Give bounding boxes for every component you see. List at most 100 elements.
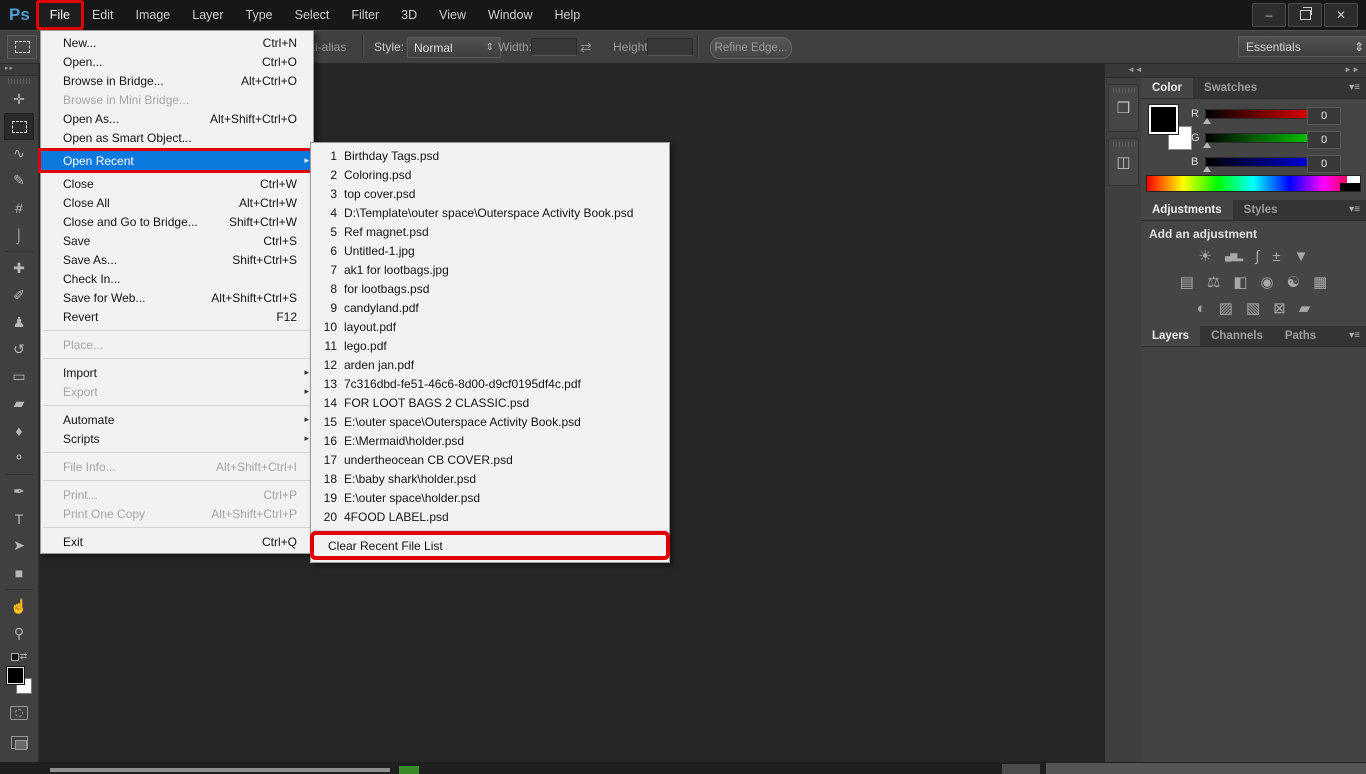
refine-edge-button[interactable]: Refine Edge...: [710, 37, 792, 59]
healing-brush-tool[interactable]: ✚: [4, 255, 34, 282]
panel-menu-icon[interactable]: ▾≡: [1349, 326, 1366, 346]
type-tool[interactable]: T: [4, 505, 34, 532]
black-white-icon[interactable]: ◧: [1233, 275, 1247, 290]
foreground-color-swatch[interactable]: [1149, 105, 1178, 134]
rectangular-marquee-tool[interactable]: [4, 113, 34, 140]
menu-item-close-all[interactable]: Close AllAlt+Ctrl+W: [41, 193, 313, 212]
recent-file-12[interactable]: 12arden jan.pdf: [311, 355, 669, 374]
pen-tool[interactable]: ✒: [4, 478, 34, 505]
tab-adjustments[interactable]: Adjustments: [1141, 200, 1233, 220]
menu-filter[interactable]: Filter: [340, 3, 390, 27]
path-selection-tool[interactable]: ➤: [4, 532, 34, 559]
tab-color[interactable]: Color: [1141, 78, 1193, 98]
threshold-icon[interactable]: ▧: [1246, 301, 1260, 316]
menu-item-save[interactable]: SaveCtrl+S: [41, 231, 313, 250]
blue-slider-handle[interactable]: [1203, 166, 1211, 172]
tool-preset-box[interactable]: [7, 35, 37, 59]
tab-layers[interactable]: Layers: [1141, 326, 1200, 346]
panel-menu-icon[interactable]: ▾≡: [1349, 200, 1366, 220]
color-balance-icon[interactable]: ⚖: [1207, 275, 1220, 290]
menu-file[interactable]: File: [39, 3, 81, 27]
menu-item-new[interactable]: New...Ctrl+N: [41, 33, 313, 52]
color-spectrum-ramp[interactable]: [1146, 175, 1361, 192]
blue-value-input[interactable]: 0: [1307, 155, 1341, 173]
menu-item-open-recent[interactable]: Open Recent▸: [41, 151, 313, 170]
invert-icon[interactable]: ◐: [1197, 301, 1206, 316]
clone-stamp-tool[interactable]: ♟: [4, 309, 34, 336]
menu-item-close[interactable]: CloseCtrl+W: [41, 174, 313, 193]
recent-file-17[interactable]: 17undertheocean CB COVER.psd: [311, 450, 669, 469]
hand-tool[interactable]: ☝: [4, 593, 34, 620]
menu-item-open-as-smart-object[interactable]: Open as Smart Object...: [41, 128, 313, 147]
recent-file-13[interactable]: 137c316dbd-fe51-46c6-8d00-d9cf0195df4c.p…: [311, 374, 669, 393]
menu-select[interactable]: Select: [284, 3, 341, 27]
menu-item-open-as[interactable]: Open As...Alt+Shift+Ctrl+O: [41, 109, 313, 128]
selective-color-icon[interactable]: ⊠: [1273, 301, 1286, 316]
height-input[interactable]: [647, 38, 693, 56]
hue-saturation-icon[interactable]: ▤: [1180, 275, 1194, 290]
menu-type[interactable]: Type: [235, 3, 284, 27]
collapsed-panel-button-history[interactable]: ❒: [1108, 84, 1139, 132]
menu-view[interactable]: View: [428, 3, 477, 27]
blue-channel-slider[interactable]: [1205, 157, 1313, 167]
menu-item-exit[interactable]: ExitCtrl+Q: [41, 532, 313, 551]
green-channel-slider[interactable]: [1205, 133, 1313, 143]
photo-filter-icon[interactable]: ◉: [1261, 275, 1274, 290]
brush-tool[interactable]: ✐: [4, 282, 34, 309]
restore-button[interactable]: [1288, 3, 1322, 27]
workspace-dropdown[interactable]: Essentials ⇕: [1238, 36, 1366, 57]
red-channel-slider[interactable]: [1205, 109, 1313, 119]
recent-file-5[interactable]: 5Ref magnet.psd: [311, 222, 669, 241]
recent-file-20[interactable]: 204FOOD LABEL.psd: [311, 507, 669, 526]
expand-panels-icon[interactable]: ►►: [1344, 65, 1360, 74]
color-lookup-icon[interactable]: ▦: [1313, 275, 1327, 290]
red-slider-handle[interactable]: [1203, 118, 1211, 124]
menu-window[interactable]: Window: [477, 3, 543, 27]
channel-mixer-icon[interactable]: ☯: [1287, 275, 1300, 290]
zoom-tool[interactable]: ⚲: [4, 620, 34, 647]
tab-swatches[interactable]: Swatches: [1193, 78, 1268, 98]
menu-layer[interactable]: Layer: [181, 3, 234, 27]
menu-item-save-as[interactable]: Save As...Shift+Ctrl+S: [41, 250, 313, 269]
tab-styles[interactable]: Styles: [1233, 200, 1289, 220]
foreground-color-swatch[interactable]: [7, 667, 24, 684]
lasso-tool[interactable]: ∿: [4, 140, 34, 167]
swap-dimensions-icon[interactable]: ⇄: [580, 39, 592, 56]
recent-file-18[interactable]: 18E:\baby shark\holder.psd: [311, 469, 669, 488]
recent-file-16[interactable]: 16E:\Mermaid\holder.psd: [311, 431, 669, 450]
tab-paths[interactable]: Paths: [1274, 326, 1327, 346]
recent-file-11[interactable]: 11lego.pdf: [311, 336, 669, 355]
menu-item-automate[interactable]: Automate▸: [41, 410, 313, 429]
gradient-tool[interactable]: ▰: [4, 390, 34, 417]
crop-tool[interactable]: #: [4, 194, 34, 221]
menu-item-import[interactable]: Import▸: [41, 363, 313, 382]
recent-file-1[interactable]: 1Birthday Tags.psd: [311, 146, 669, 165]
recent-file-2[interactable]: 2Coloring.psd: [311, 165, 669, 184]
exposure-icon[interactable]: ±: [1272, 249, 1280, 264]
levels-icon[interactable]: ▄▆▂: [1225, 252, 1242, 261]
width-input[interactable]: [531, 38, 577, 56]
screen-mode-button[interactable]: [4, 726, 34, 753]
menu-item-open[interactable]: Open...Ctrl+O: [41, 52, 313, 71]
recent-file-10[interactable]: 10layout.pdf: [311, 317, 669, 336]
gradient-map-icon[interactable]: ▰: [1299, 301, 1311, 316]
quick-selection-tool[interactable]: ✎: [4, 167, 34, 194]
recent-file-3[interactable]: 3top cover.psd: [311, 184, 669, 203]
dodge-tool[interactable]: ⚬: [4, 444, 34, 471]
black-ramp-end[interactable]: [1340, 183, 1360, 191]
recent-file-15[interactable]: 15E:\outer space\Outerspace Activity Boo…: [311, 412, 669, 431]
eraser-tool[interactable]: ▭: [4, 363, 34, 390]
menu-item-close-and-go-to-bridge[interactable]: Close and Go to Bridge...Shift+Ctrl+W: [41, 212, 313, 231]
menu-item-check-in[interactable]: Check In...: [41, 269, 313, 288]
recent-file-4[interactable]: 4D:\Template\outer space\Outerspace Acti…: [311, 203, 669, 222]
red-value-input[interactable]: 0: [1307, 107, 1341, 125]
vibrance-icon[interactable]: ▼: [1294, 249, 1309, 264]
menu-help[interactable]: Help: [544, 3, 592, 27]
recent-file-9[interactable]: 9candyland.pdf: [311, 298, 669, 317]
menu-item-scripts[interactable]: Scripts▸: [41, 429, 313, 448]
style-dropdown[interactable]: Normal ⇕: [407, 37, 501, 58]
move-tool[interactable]: ✛: [4, 86, 34, 113]
green-slider-handle[interactable]: [1203, 142, 1211, 148]
collapse-panels-icon[interactable]: ◄◄: [1127, 65, 1143, 74]
recent-file-7[interactable]: 7ak1 for lootbags.jpg: [311, 260, 669, 279]
